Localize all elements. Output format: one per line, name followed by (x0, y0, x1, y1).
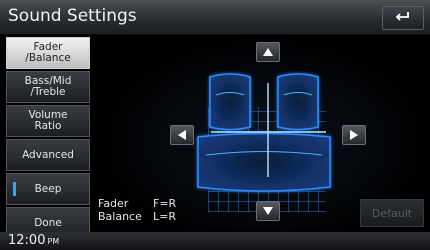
menu-item-label: Beep (34, 182, 62, 195)
rear-bench-seat (197, 132, 331, 192)
clock-ampm: PM (47, 237, 60, 246)
menu-item-beep[interactable]: Beep (6, 173, 90, 205)
arrow-down-button[interactable] (256, 201, 280, 221)
menu-item-label: Volume Ratio (28, 109, 68, 132)
sidebar-menu: Fader /Balance Bass/Mid /Treble Volume R… (0, 35, 97, 239)
arrow-right-button[interactable] (342, 125, 366, 145)
front-left-seat (209, 73, 251, 131)
balance-value: L=R (153, 210, 176, 223)
arrow-up-icon (263, 48, 273, 56)
status-bar: 12:00 PM (0, 232, 430, 250)
arrow-left-button[interactable] (170, 125, 194, 145)
back-button[interactable] (382, 6, 424, 30)
fader-balance-readout: Fader F=R Balance L=R (98, 197, 176, 223)
beep-indicator (13, 182, 16, 196)
menu-item-bass-mid-treble[interactable]: Bass/Mid /Treble (6, 71, 90, 103)
default-button[interactable]: Default (360, 199, 424, 227)
menu-item-label: Bass/Mid /Treble (24, 75, 72, 98)
menu-item-label: Advanced (22, 148, 74, 161)
menu-item-advanced[interactable]: Advanced (6, 139, 90, 171)
front-right-seat (277, 73, 319, 131)
balance-label: Balance (98, 210, 142, 223)
fader-value: F=R (153, 197, 177, 210)
header-bar: Sound Settings (0, 0, 430, 35)
arrow-right-icon (350, 130, 358, 140)
arrow-up-button[interactable] (256, 42, 280, 62)
clock-time: 12:00 (8, 233, 46, 248)
menu-item-label: Fader /Balance (25, 41, 71, 64)
arrow-left-icon (178, 130, 186, 140)
done-label: Done (34, 216, 62, 229)
arrow-down-icon (263, 207, 273, 215)
clock: 12:00 PM (8, 233, 59, 248)
page-title: Sound Settings (8, 6, 137, 26)
back-return-icon (395, 12, 409, 21)
menu-item-volume-ratio[interactable]: Volume Ratio (6, 105, 90, 137)
fader-label: Fader (98, 197, 129, 210)
menu-item-fader-balance[interactable]: Fader /Balance (6, 37, 90, 69)
